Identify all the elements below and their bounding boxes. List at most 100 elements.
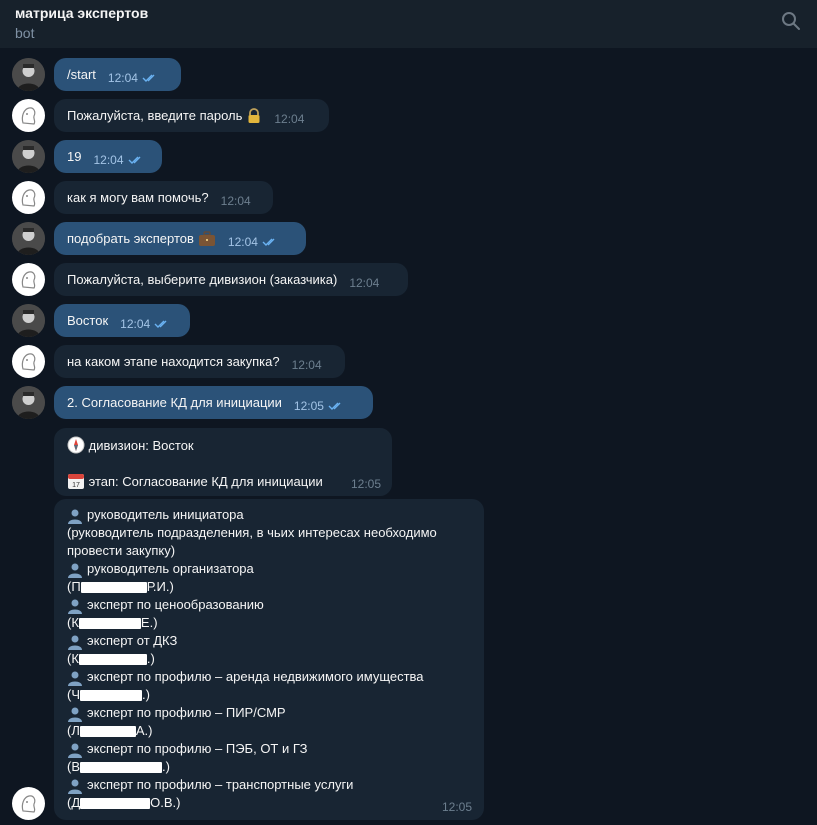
expert-text: руководитель организатора bbox=[87, 561, 254, 576]
expert-detail: (руководитель подразделения, в чьих инте… bbox=[67, 525, 437, 540]
message-time: 12:04 bbox=[93, 152, 124, 167]
bot-avatar[interactable] bbox=[12, 99, 45, 132]
chat-subtitle: bot bbox=[15, 25, 35, 41]
expert-detail: (Ч.) bbox=[67, 687, 150, 702]
user-avatar[interactable] bbox=[12, 222, 45, 255]
read-checkmarks-icon bbox=[142, 73, 158, 83]
message-text: Пожалуйста, выберите дивизион (заказчика… bbox=[67, 272, 338, 287]
expert-text: провести закупку) bbox=[67, 543, 176, 558]
redaction-mark bbox=[80, 762, 162, 774]
expert-name-suffix: Р.И.) bbox=[146, 579, 174, 594]
outgoing-message[interactable]: подобрать экспертов 12:04 bbox=[54, 222, 306, 255]
expert-detail: (К Е.) bbox=[67, 615, 158, 630]
expert-detail: (К.) bbox=[67, 651, 155, 666]
bot-avatar[interactable] bbox=[12, 787, 45, 820]
expert-role: руководитель инициатора bbox=[67, 507, 244, 524]
message-time: 12:04 bbox=[220, 193, 251, 208]
incoming-message[interactable]: Пожалуйста, выберите дивизион (заказчика… bbox=[54, 263, 408, 296]
expert-name-prefix: (Д bbox=[67, 795, 81, 810]
expert-name-prefix: (Ч bbox=[67, 687, 80, 702]
expert-name-suffix: Е.) bbox=[140, 615, 158, 630]
bot-avatar[interactable] bbox=[12, 263, 45, 296]
message-text: на каком этапе находится закупка? bbox=[67, 354, 280, 369]
user-avatar[interactable] bbox=[12, 386, 45, 419]
expert-detail: (Д О.В.) bbox=[67, 795, 180, 810]
message-text: подобрать экспертов bbox=[67, 231, 194, 246]
expert-name-prefix: (В bbox=[67, 759, 80, 774]
user-avatar[interactable] bbox=[12, 304, 45, 337]
message-time: 12:04 bbox=[349, 275, 380, 290]
summary-time: 12:05 bbox=[350, 477, 381, 491]
expert-name-prefix: (Л bbox=[67, 723, 80, 738]
read-checkmarks-icon bbox=[262, 237, 278, 247]
experts-bubble: руководитель инициатора (руководитель под… bbox=[54, 499, 484, 820]
person-icon bbox=[67, 741, 87, 758]
incoming-message[interactable]: Пожалуйста, введите пароль 12:04 bbox=[54, 99, 329, 132]
redaction-mark bbox=[78, 654, 147, 666]
expert-detail: (П Р.И.) bbox=[67, 579, 174, 594]
expert-detail: (В.) bbox=[67, 759, 170, 774]
expert-text: эксперт по профилю – ПЭБ, ОТ и ГЗ bbox=[87, 741, 308, 756]
message-text: Пожалуйста, введите пароль bbox=[67, 108, 243, 123]
expert-name-suffix: .) bbox=[146, 651, 155, 666]
person-icon bbox=[67, 561, 87, 578]
expert-role: эксперт по профилю – ПЭБ, ОТ и ГЗ bbox=[67, 741, 307, 758]
expert-role: эксперт по профилю – аренда недвижимого … bbox=[67, 669, 424, 686]
message-text: /start bbox=[67, 67, 96, 82]
person-icon bbox=[67, 777, 87, 794]
expert-text: эксперт по профилю – ПИР/СМР bbox=[87, 705, 286, 720]
message-text: 19 bbox=[67, 149, 82, 164]
user-avatar[interactable] bbox=[12, 58, 45, 91]
read-checkmarks-icon bbox=[154, 319, 170, 329]
message-text: 2. Согласование КД для инициации bbox=[67, 395, 282, 410]
expert-name-prefix: (П bbox=[67, 579, 81, 594]
redaction-mark bbox=[78, 618, 141, 630]
incoming-message[interactable]: на каком этапе находится закупка? 12:04 bbox=[54, 345, 345, 378]
calendar-icon: 17 bbox=[67, 472, 85, 493]
division-text: дивизион: Восток bbox=[88, 437, 194, 453]
outgoing-message[interactable]: /start 12:04 bbox=[54, 58, 181, 91]
outgoing-message[interactable]: 2. Согласование КД для инициации 12:05 bbox=[54, 386, 373, 419]
expert-text: эксперт от ДКЗ bbox=[87, 633, 178, 648]
expert-name-prefix: (К bbox=[67, 651, 79, 666]
lock-icon bbox=[246, 107, 262, 124]
expert-detail: (Л А.) bbox=[67, 723, 153, 738]
incoming-message[interactable]: как я могу вам помочь? 12:04 bbox=[54, 181, 273, 214]
chat-header: матрица экспертов bot bbox=[0, 0, 817, 48]
bot-avatar[interactable] bbox=[12, 181, 45, 214]
person-icon bbox=[67, 507, 87, 524]
read-checkmarks-icon bbox=[128, 155, 144, 165]
redaction-mark bbox=[80, 690, 142, 702]
outgoing-message[interactable]: 19 12:04 bbox=[54, 140, 162, 173]
bot-avatar[interactable] bbox=[12, 345, 45, 378]
chat-title[interactable]: матрица экспертов bbox=[15, 5, 148, 21]
person-icon bbox=[67, 597, 87, 614]
message-time: 12:04 bbox=[227, 234, 258, 249]
expert-role: эксперт от ДКЗ bbox=[67, 633, 177, 650]
stage-line: 17 этап: Согласование КД для инициации bbox=[67, 472, 323, 493]
expert-text: эксперт по ценообразованию bbox=[87, 597, 264, 612]
expert-text: эксперт по профилю – транспортные услуги bbox=[87, 777, 354, 792]
user-avatar[interactable] bbox=[12, 140, 45, 173]
message-time: 12:04 bbox=[120, 316, 151, 331]
division-line: дивизион: Восток bbox=[67, 436, 194, 457]
expert-role: эксперт по профилю – ПИР/СМР bbox=[67, 705, 286, 722]
expert-text: руководитель инициатора bbox=[87, 507, 244, 522]
message-time: 12:04 bbox=[274, 111, 305, 126]
experts-time: 12:05 bbox=[441, 800, 472, 814]
read-checkmarks-icon bbox=[328, 401, 344, 411]
outgoing-message[interactable]: Восток 12:04 bbox=[54, 304, 190, 337]
message-text: Восток bbox=[67, 313, 109, 328]
expert-role: эксперт по профилю – транспортные услуги bbox=[67, 777, 353, 794]
svg-text:17: 17 bbox=[72, 482, 80, 489]
summary-bubble: дивизион: Восток 17 этап: Согласование К… bbox=[54, 428, 392, 496]
expert-text: (руководитель подразделения, в чьих инте… bbox=[67, 525, 437, 540]
expert-name-suffix: .) bbox=[162, 759, 170, 774]
expert-name-suffix: .) bbox=[142, 687, 150, 702]
message-text: как я могу вам помочь? bbox=[67, 190, 209, 205]
person-icon bbox=[67, 705, 87, 722]
person-icon bbox=[67, 669, 87, 686]
briefcase-icon bbox=[198, 230, 216, 247]
search-icon[interactable] bbox=[781, 11, 805, 35]
expert-detail: провести закупку) bbox=[67, 543, 175, 558]
